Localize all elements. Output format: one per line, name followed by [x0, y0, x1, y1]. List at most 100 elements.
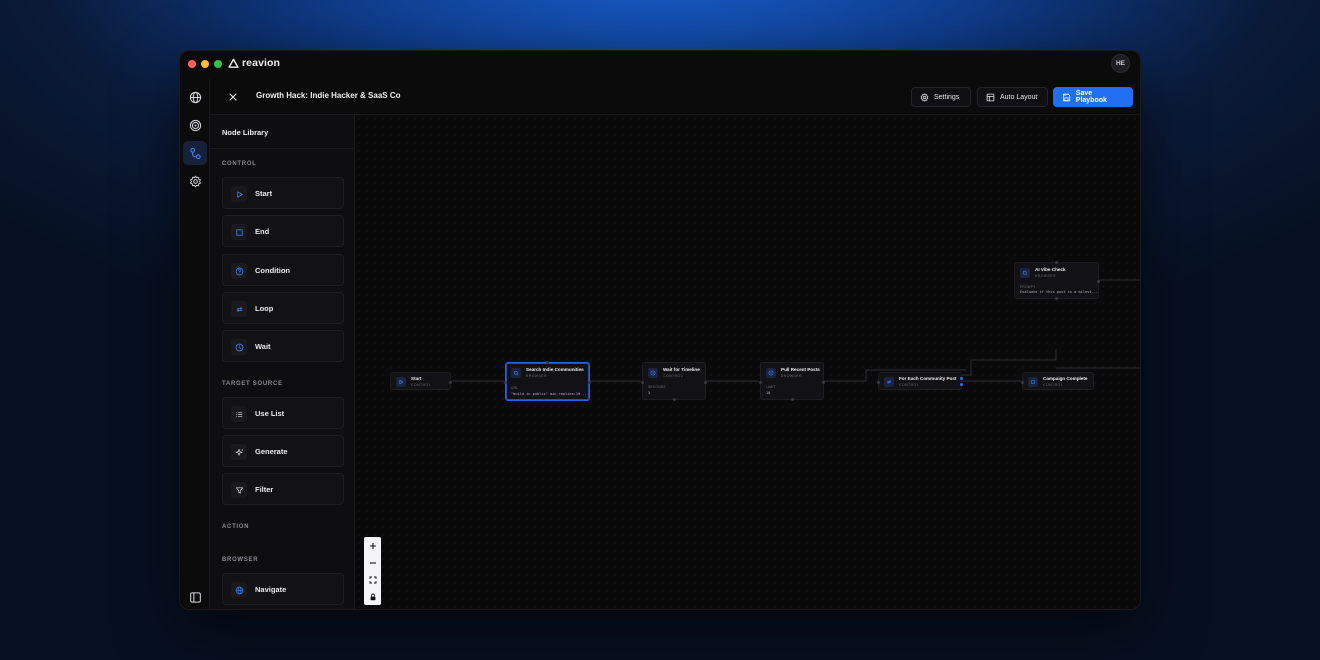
- target-icon: [189, 119, 201, 131]
- zoom-in-button[interactable]: [364, 537, 381, 554]
- gear-icon: [920, 92, 929, 102]
- node-input-handle[interactable]: [546, 361, 549, 364]
- node-pull-recent-posts[interactable]: Pull Recent Posts BROWSER LIMIT 10: [759, 362, 825, 401]
- lock-icon: [370, 593, 375, 600]
- node-title: Pull Recent Posts: [781, 367, 820, 372]
- node-param-value: 10: [766, 390, 771, 395]
- library-item-end[interactable]: End: [222, 215, 344, 247]
- auto-layout-label: Auto Layout: [1000, 93, 1038, 101]
- square-icon: [1028, 377, 1038, 387]
- node-start[interactable]: Start CONTROL: [390, 372, 452, 390]
- brand-logo: reavion: [228, 57, 280, 69]
- close-editor-button[interactable]: [226, 90, 240, 104]
- title-bar: reavion HE: [180, 51, 1140, 79]
- library-item-start[interactable]: Start: [222, 177, 344, 209]
- node-output-handle[interactable]: [704, 381, 707, 384]
- workflow-canvas[interactable]: Start CONTROL Search Indie Communities B…: [355, 115, 1140, 609]
- lock-button[interactable]: [364, 588, 381, 605]
- minimize-window-button[interactable]: [201, 60, 209, 68]
- rail-workflow-button[interactable]: [183, 141, 207, 165]
- play-icon: [231, 186, 247, 202]
- section-control: CONTROL: [222, 161, 257, 167]
- library-item-filter[interactable]: Filter: [222, 473, 344, 505]
- node-param-label: PROMPT: [1020, 285, 1036, 289]
- node-output-handle[interactable]: [822, 381, 825, 384]
- node-input-handle[interactable]: [504, 381, 507, 384]
- download-icon: [766, 368, 776, 378]
- library-item-label: Loop: [255, 304, 274, 313]
- node-input-handle[interactable]: [877, 380, 880, 384]
- node-param-label: LIMIT: [766, 385, 776, 389]
- close-window-button[interactable]: [188, 60, 196, 68]
- library-item-generate[interactable]: Generate: [222, 435, 344, 467]
- library-item-label: Generate: [255, 447, 288, 456]
- node-title: Start: [411, 376, 422, 381]
- list-icon: [231, 406, 247, 422]
- node-input-handle[interactable]: [641, 381, 644, 384]
- icon-rail: [180, 79, 210, 609]
- edge-layer: [452, 279, 1140, 382]
- library-item-wait[interactable]: Wait: [222, 330, 344, 362]
- rail-target-button[interactable]: [183, 113, 207, 137]
- clock-icon: [648, 368, 658, 378]
- sidebar-toggle-icon: [189, 591, 201, 603]
- rail-sidebar-toggle[interactable]: [183, 585, 207, 609]
- clock-icon: [231, 339, 247, 355]
- node-campaign-complete[interactable]: Campaign Complete CONTROL: [1021, 372, 1094, 390]
- section-browser: BROWSER: [222, 557, 259, 563]
- fit-view-icon: [369, 576, 376, 583]
- library-item-navigate[interactable]: Navigate: [222, 573, 344, 605]
- zoom-out-button[interactable]: [364, 554, 381, 571]
- loop-icon: [884, 377, 894, 387]
- node-ai-vibe-check[interactable]: AI Vibe Check BROWSER PROMPT Evaluate if…: [1014, 261, 1100, 300]
- rail-globe-button[interactable]: [183, 85, 207, 109]
- app-window: reavion HE Growth Hack: Indie Hacker & S…: [179, 50, 1141, 610]
- zoom-controls: [364, 537, 381, 605]
- playbook-title[interactable]: Growth Hack: Indie Hacker & SaaS Co: [256, 91, 410, 100]
- question-icon: [231, 263, 247, 279]
- node-search-indie-communities[interactable]: Search Indie Communities BROWSER URL "bu…: [504, 361, 591, 401]
- maximize-window-button[interactable]: [214, 60, 222, 68]
- settings-button[interactable]: Settings: [911, 87, 971, 107]
- user-avatar[interactable]: HE: [1111, 54, 1130, 73]
- node-param-label: URL: [511, 386, 519, 390]
- divider: [210, 148, 354, 149]
- search-icon: [1020, 268, 1030, 278]
- library-item-condition[interactable]: Condition: [222, 254, 344, 286]
- square-icon: [231, 224, 247, 240]
- save-playbook-button[interactable]: Save Playbook: [1053, 87, 1133, 107]
- node-param-value: "build in public" min_replies:10 ...: [511, 391, 589, 396]
- node-for-each-community-post[interactable]: For Each Community Post CONTROL: [877, 372, 963, 390]
- node-input-handle[interactable]: [759, 381, 762, 384]
- loop-done-handle[interactable]: [960, 383, 963, 386]
- settings-label: Settings: [934, 93, 960, 101]
- node-library-title: Node Library: [222, 128, 269, 137]
- filter-icon: [231, 482, 247, 498]
- node-output-handle[interactable]: [588, 381, 591, 384]
- node-output-handle[interactable]: [1055, 297, 1058, 300]
- gear-icon: [189, 175, 201, 187]
- node-title: For Each Community Post: [899, 376, 957, 381]
- auto-layout-button[interactable]: Auto Layout: [977, 87, 1048, 107]
- loop-body-handle[interactable]: [960, 377, 963, 380]
- section-target-source: TARGET SOURCE: [222, 381, 283, 387]
- node-library-panel: Node Library CONTROL Start End Condition…: [210, 115, 355, 609]
- play-icon: [396, 377, 406, 387]
- globe-icon: [231, 582, 247, 598]
- sparkle-icon: [231, 444, 247, 460]
- rail-settings-button[interactable]: [183, 169, 207, 193]
- library-item-loop[interactable]: Loop: [222, 292, 344, 324]
- loop-icon: [231, 301, 247, 317]
- node-input-handle[interactable]: [1021, 380, 1024, 384]
- fit-view-button[interactable]: [364, 571, 381, 588]
- save-playbook-label: Save Playbook: [1075, 90, 1107, 104]
- library-item-use-list[interactable]: Use List: [222, 397, 344, 429]
- library-item-label: Wait: [255, 342, 271, 351]
- library-item-label: End: [255, 227, 270, 236]
- node-output-handle[interactable]: [791, 398, 794, 401]
- node-output-handle[interactable]: [449, 380, 452, 384]
- node-wait-for-timeline[interactable]: Wait for Timeline CONTROL SECONDS 3: [641, 362, 707, 401]
- node-output-handle[interactable]: [673, 398, 676, 401]
- node-input-handle[interactable]: [1055, 261, 1058, 264]
- node-output-handle[interactable]: [1097, 280, 1100, 283]
